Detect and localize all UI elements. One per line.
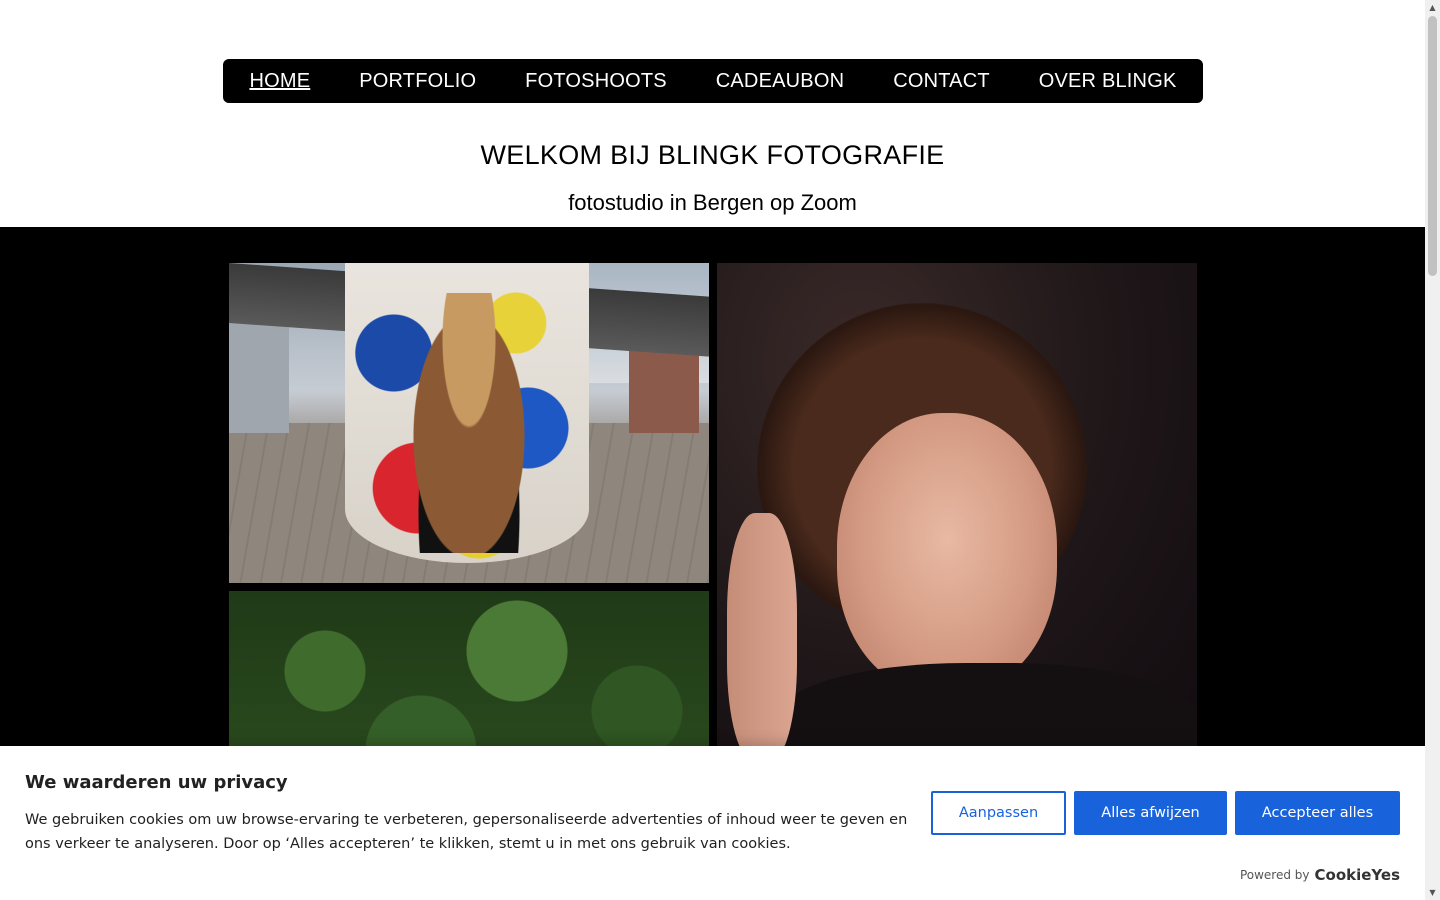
scroll-down-arrow-icon[interactable]: ▼ bbox=[1425, 885, 1440, 900]
powered-by-label: Powered by bbox=[1239, 868, 1310, 882]
gallery-photo-street-portrait[interactable] bbox=[229, 263, 709, 583]
nav-portfolio[interactable]: PORTFOLIO bbox=[359, 70, 476, 93]
powered-by: Powered by CookieYes bbox=[1240, 866, 1400, 884]
cookie-reject-button[interactable]: Alles afwijzen bbox=[1074, 791, 1227, 835]
nav-over-blingk[interactable]: OVER BLINGK bbox=[1039, 70, 1177, 93]
cookieyes-logo[interactable]: CookieYes bbox=[1315, 866, 1401, 884]
vertical-scrollbar[interactable]: ▲ ▼ bbox=[1425, 0, 1440, 900]
nav-cadeaubon[interactable]: CADEAUBON bbox=[716, 70, 845, 93]
gallery-photo-woman-portrait[interactable] bbox=[717, 263, 1197, 763]
main-nav: HOME PORTFOLIO FOTOSHOOTS CADEAUBON CONT… bbox=[223, 59, 1203, 103]
scroll-up-arrow-icon[interactable]: ▲ bbox=[1425, 0, 1440, 15]
page-title: WELKOM BIJ BLINGK FOTOGRAFIE bbox=[480, 140, 945, 170]
nav-home[interactable]: HOME bbox=[249, 70, 310, 93]
scroll-thumb[interactable] bbox=[1428, 16, 1437, 276]
nav-contact[interactable]: CONTACT bbox=[893, 70, 990, 93]
cookie-heading: We waarderen uw privacy bbox=[25, 772, 288, 793]
page-subtitle: fotostudio in Bergen op Zoom bbox=[568, 190, 857, 215]
cookie-text: We gebruiken cookies om uw browse-ervari… bbox=[25, 812, 908, 852]
cookie-accept-button[interactable]: Accepteer alles bbox=[1235, 791, 1400, 835]
nav-fotoshoots[interactable]: FOTOSHOOTS bbox=[525, 70, 667, 93]
cookie-customize-button[interactable]: Aanpassen bbox=[931, 791, 1066, 835]
